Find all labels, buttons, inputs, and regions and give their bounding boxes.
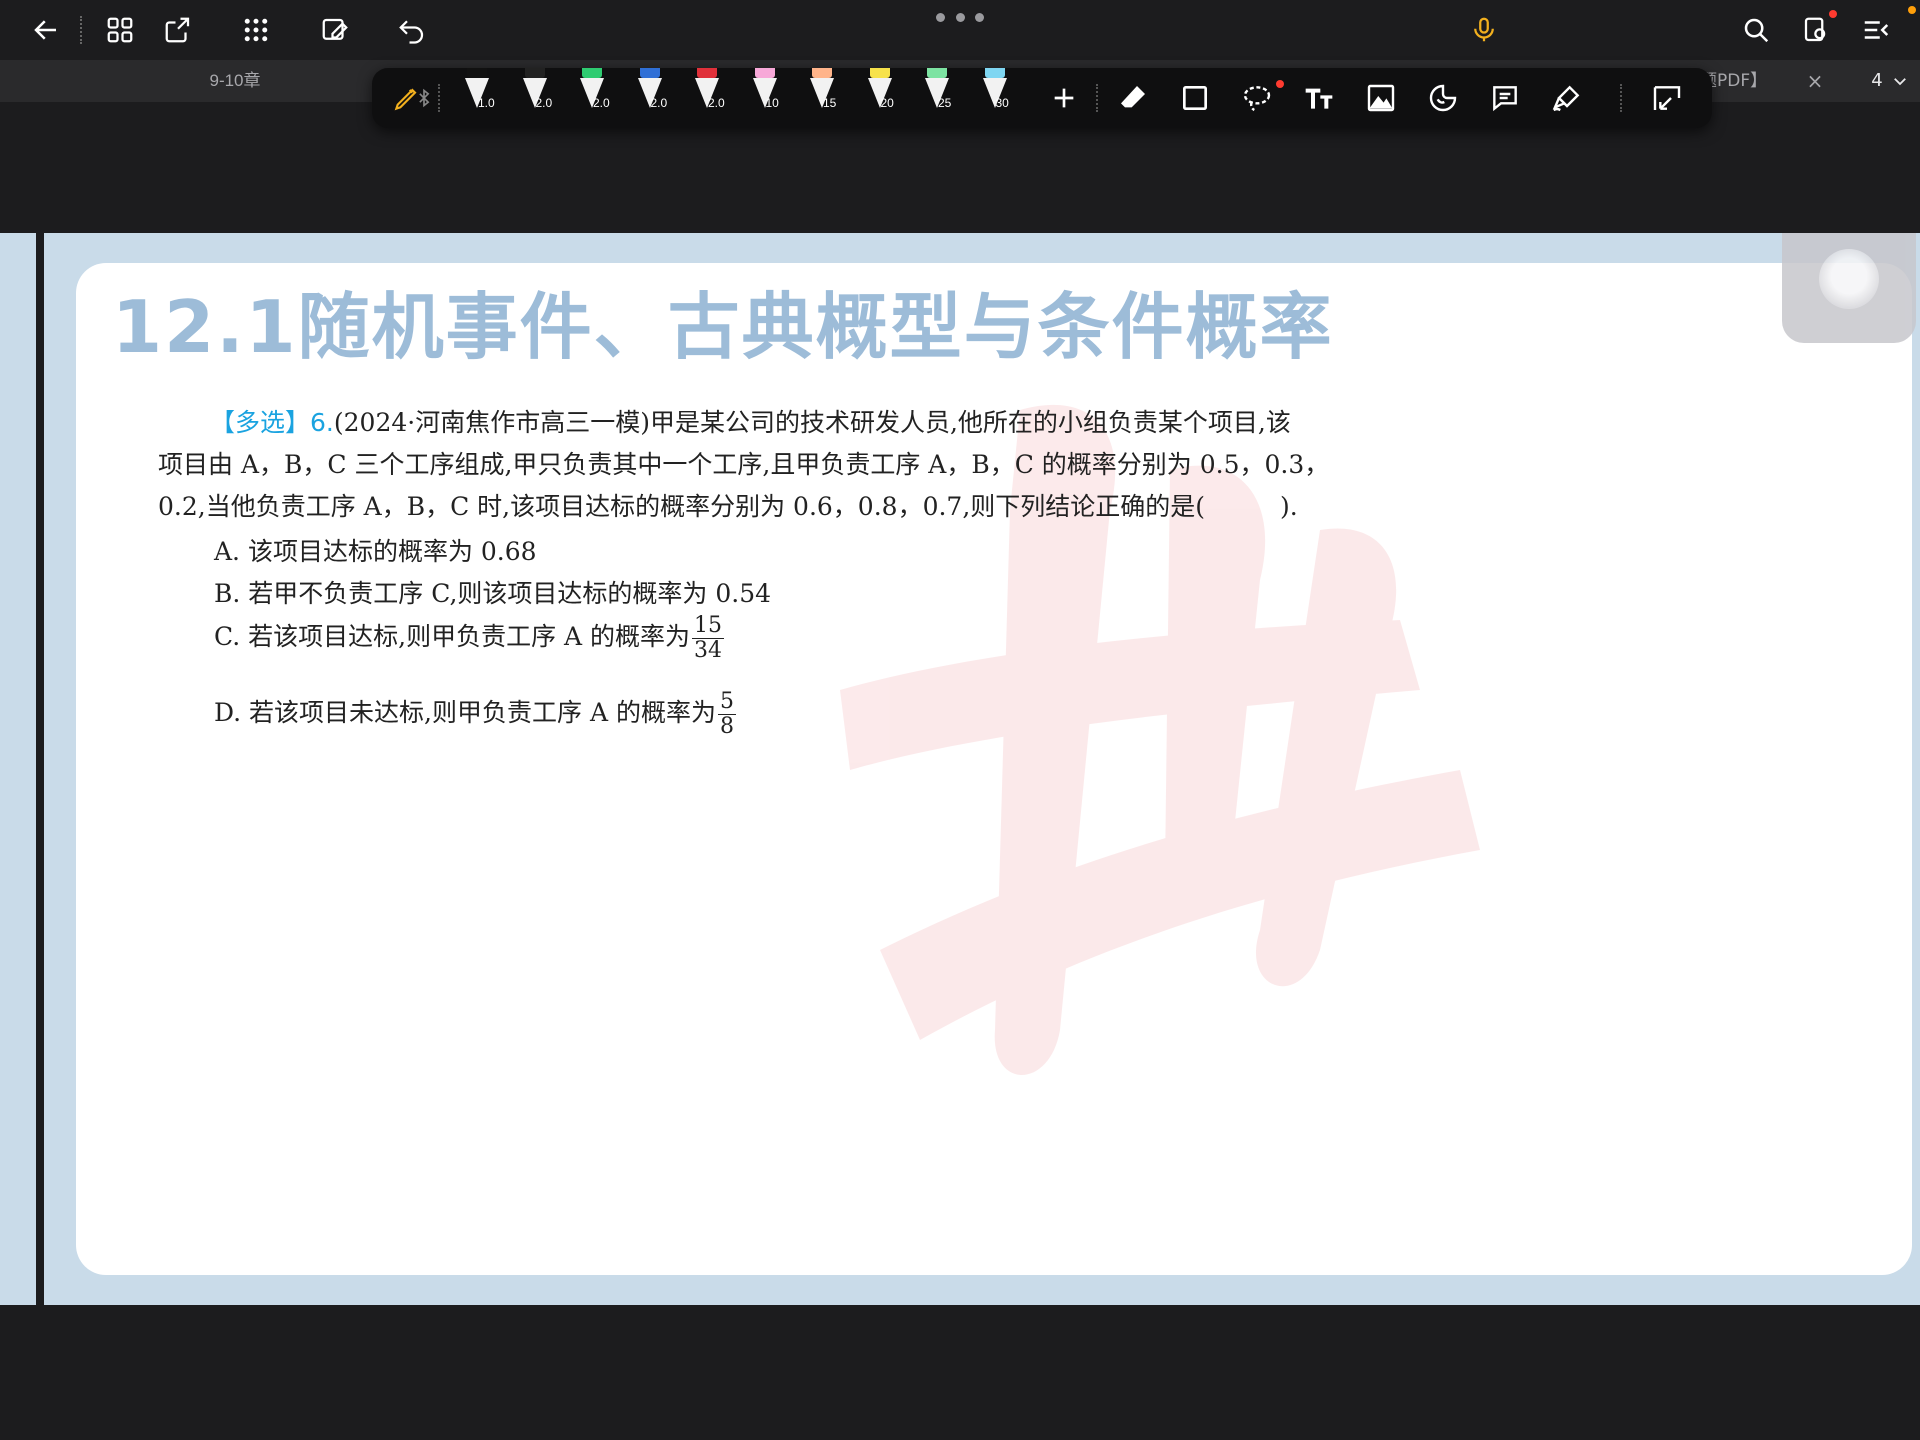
menu-icon[interactable] xyxy=(1856,10,1896,50)
option-a: A. 该项目达标的概率为 0.68 xyxy=(214,537,537,566)
section-heading: 12.1随机事件、古典概型与条件概率 xyxy=(112,285,1334,369)
microphone-icon[interactable] xyxy=(1464,10,1504,50)
question-number: 6. xyxy=(310,408,334,437)
fraction-numerator: 5 xyxy=(717,689,736,715)
add-icon[interactable] xyxy=(1042,68,1086,128)
grid-icon[interactable] xyxy=(100,10,140,50)
pen-color-swatch xyxy=(697,68,717,78)
pen-size-label: 30 xyxy=(995,96,1009,110)
chevron-down-icon xyxy=(1893,78,1906,86)
assistive-touch-button[interactable] xyxy=(1782,233,1916,343)
page-divider xyxy=(36,233,44,1305)
question-line-2: 项目由 A，B，C 三个工序组成,甲只负责其中一个工序,且甲负责工序 A，B，C… xyxy=(158,450,1330,479)
pen-toolbar: 1.0 2.0 2.0 2.0 2.0 10 15 20 25 30 xyxy=(372,68,1712,128)
tab-pdf[interactable]: 题PDF】 xyxy=(1700,60,1790,102)
pen-preset[interactable]: 2.0 xyxy=(627,68,673,128)
pen-color-swatch xyxy=(927,68,947,78)
status-dot xyxy=(1908,6,1916,14)
fraction-denominator: 8 xyxy=(719,714,734,739)
previous-page-edge[interactable] xyxy=(0,233,40,1305)
pen-color-swatch xyxy=(984,68,1005,78)
back-arrow-icon[interactable] xyxy=(26,10,66,50)
page-selector[interactable]: 4 xyxy=(1860,60,1920,102)
notification-dot xyxy=(1829,10,1837,18)
comment-icon[interactable] xyxy=(1480,68,1530,128)
pen-preset[interactable]: 20 xyxy=(857,68,903,128)
toolbar-separator xyxy=(1620,84,1622,112)
option-d-text: D. 若该项目未达标,则甲负责工序 A 的概率为 xyxy=(214,698,716,727)
pen-preset[interactable]: 1.0 xyxy=(454,68,500,128)
toolbar-separator xyxy=(80,16,84,44)
pen-size-label: 10 xyxy=(765,96,779,110)
assistive-touch-ring xyxy=(1819,249,1879,309)
option-b: B. 若甲不负责工序 C,则该项目达标的概率为 0.54 xyxy=(214,579,772,608)
option-c: C. 若该项目达标,则甲负责工序 A 的概率为 15 34 xyxy=(214,613,725,663)
pen-color-swatch xyxy=(754,68,775,78)
pen-preset[interactable]: 15 xyxy=(799,68,845,128)
lasso-badge xyxy=(1276,80,1284,88)
export-icon[interactable] xyxy=(158,10,198,50)
option-d-fraction: 58 xyxy=(717,689,736,739)
question-line-3: 0.2,当他负责工序 A，B，C 时,该项目达标的概率分别为 0.6，0.8，0… xyxy=(158,492,1298,521)
pen-preset[interactable]: 10 xyxy=(742,68,788,128)
more-dots-icon[interactable] xyxy=(936,10,984,24)
shape-icon[interactable] xyxy=(1170,68,1220,128)
top-app-bar xyxy=(0,0,1920,60)
pen-size-label: 20 xyxy=(880,96,894,110)
crop-icon[interactable] xyxy=(1642,68,1692,128)
pen-size-label: 15 xyxy=(823,96,837,110)
pen-color-swatch xyxy=(582,68,602,78)
bluetooth-icon xyxy=(414,68,434,128)
apps-icon[interactable] xyxy=(236,10,276,50)
pen-color-swatch xyxy=(467,68,487,78)
option-c-fraction: 15 34 xyxy=(692,613,725,663)
pen-size-label: 2.0 xyxy=(708,96,725,110)
pen-size-label: 1.0 xyxy=(478,96,495,110)
eraser-icon[interactable] xyxy=(1108,68,1158,128)
fraction-denominator: 34 xyxy=(694,638,723,663)
pen-size-label: 2.0 xyxy=(535,96,553,110)
pen-preset[interactable]: 30 xyxy=(972,68,1018,128)
highlighter-icon[interactable] xyxy=(1542,68,1592,128)
pen-color-swatch xyxy=(524,68,545,78)
tab-close-button[interactable]: × xyxy=(1800,60,1830,102)
pen-size-label: 2.0 xyxy=(650,96,668,110)
lasso-icon[interactable] xyxy=(1232,68,1282,128)
option-c-text: C. 若该项目达标,则甲负责工序 A 的概率为 xyxy=(214,622,691,651)
image-icon[interactable] xyxy=(1356,68,1406,128)
edit-page-icon[interactable] xyxy=(315,10,355,50)
pen-preset[interactable]: 2.0 xyxy=(512,68,558,128)
fraction-numerator: 15 xyxy=(692,613,725,639)
text-icon[interactable] xyxy=(1294,68,1344,128)
question-text-1: (2024·河南焦作市高三一模)甲是某公司的技术研发人员,他所在的小组负责某个项… xyxy=(333,408,1291,437)
toolbar-separator xyxy=(1096,84,1098,112)
pen-color-swatch xyxy=(869,68,890,78)
sticker-icon[interactable] xyxy=(1418,68,1468,128)
option-d: D. 若该项目未达标,则甲负责工序 A 的概率为 5 8 xyxy=(214,690,736,739)
page-number: 4 xyxy=(1871,70,1883,91)
pen-size-label: 25 xyxy=(938,96,952,110)
question-block: 【多选】6.(2024·河南焦作市高三一模)甲是某公司的技术研发人员,他所在的小… xyxy=(158,402,1428,528)
search-icon[interactable] xyxy=(1736,10,1776,50)
pen-preset[interactable]: 25 xyxy=(914,68,960,128)
pen-size-label: 2.0 xyxy=(593,96,610,110)
pen-color-swatch xyxy=(639,68,660,78)
pen-preset[interactable]: 2.0 xyxy=(569,68,615,128)
undo-icon[interactable] xyxy=(392,10,432,50)
tab-chapter[interactable]: 9-10章 xyxy=(160,60,310,102)
question-type-tag: 【多选】 xyxy=(210,408,311,437)
toolbar-separator xyxy=(438,84,440,112)
pen-color-swatch xyxy=(812,68,832,78)
question-line-1: 【多选】6.(2024·河南焦作市高三一模)甲是某公司的技术研发人员,他所在的小… xyxy=(158,402,1428,444)
pen-preset[interactable]: 2.0 xyxy=(684,68,730,128)
